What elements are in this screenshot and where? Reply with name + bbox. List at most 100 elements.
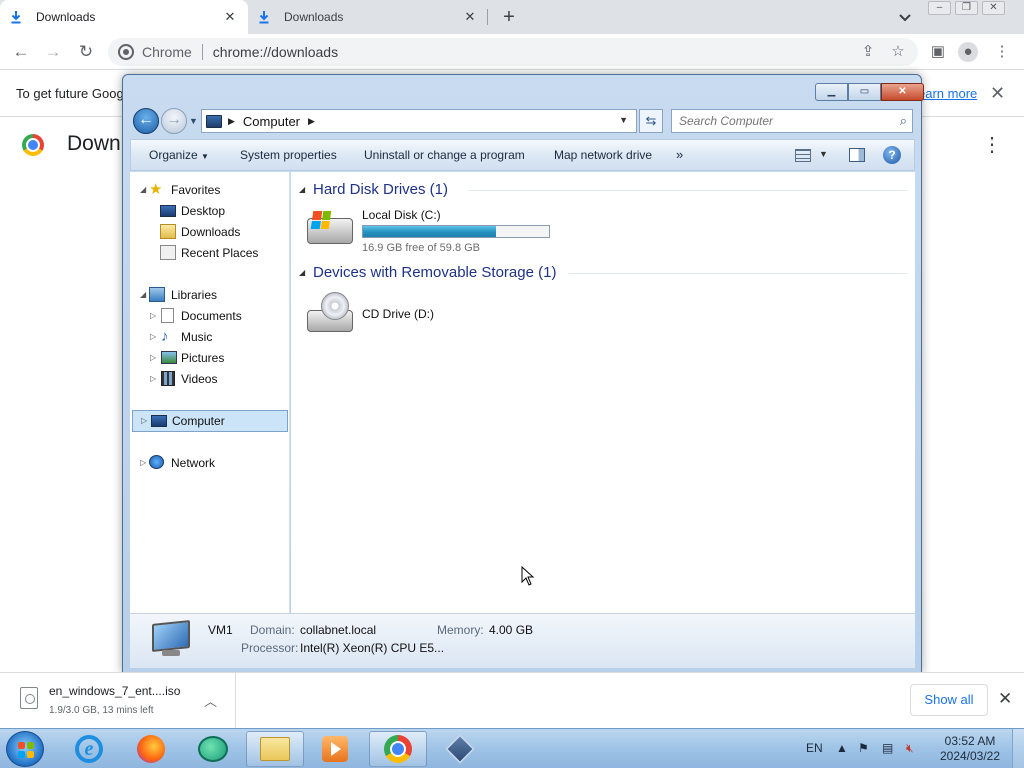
- restore-icon[interactable]: ❐: [955, 1, 978, 15]
- videos-icon: [161, 371, 175, 386]
- nav-documents[interactable]: ▷ Documents: [130, 306, 290, 326]
- omnibox[interactable]: Chrome chrome://downloads: [108, 38, 918, 66]
- nav-videos[interactable]: ▷ Videos: [130, 369, 290, 389]
- breadcrumb-computer[interactable]: Computer: [243, 114, 300, 129]
- download-icon: [11, 11, 21, 24]
- nav-downloads[interactable]: Downloads: [130, 222, 290, 242]
- drive-name: CD Drive (D:): [362, 307, 434, 321]
- back-arrow-icon[interactable]: ←: [10, 41, 32, 63]
- tab-downloads[interactable]: Downloads ✕: [248, 0, 488, 34]
- show-desktop-button[interactable]: [1012, 729, 1024, 768]
- nav-recent-places[interactable]: Recent Places: [130, 243, 290, 263]
- page-menu-icon[interactable]: ⋮: [982, 132, 1002, 157]
- group-hard-disk-drives[interactable]: ◢ Hard Disk Drives (1): [299, 180, 907, 200]
- virtualbox-icon: [445, 734, 475, 764]
- expanded-arrow-icon[interactable]: ◢: [299, 185, 305, 194]
- nav-music[interactable]: ▷ ♪ Music: [130, 327, 290, 347]
- breadcrumb-chevron-icon[interactable]: ▶: [228, 116, 235, 127]
- nav-favorites[interactable]: ◢ ★ Favorites: [130, 180, 290, 200]
- nav-label: Documents: [181, 309, 242, 323]
- site-info-chip[interactable]: Chrome: [118, 44, 192, 60]
- view-dropdown-icon[interactable]: ▼: [819, 149, 828, 159]
- minimize-icon[interactable]: ▁: [815, 83, 848, 101]
- drive-c[interactable]: Local Disk (C:) 16.9 GB free of 59.8 GB: [307, 208, 567, 258]
- volume-muted-icon[interactable]: 🔇︎: [906, 741, 914, 756]
- share-icon[interactable]: ⇪: [858, 42, 878, 62]
- taskbar-internet-explorer[interactable]: e: [60, 731, 118, 767]
- expanded-arrow-icon[interactable]: ◢: [140, 290, 146, 299]
- collapsed-arrow-icon[interactable]: ▷: [150, 311, 156, 320]
- maximize-icon[interactable]: ▭: [848, 83, 881, 101]
- nav-desktop[interactable]: Desktop: [130, 201, 290, 221]
- learn-more-link[interactable]: earn more: [918, 86, 977, 101]
- tab-downloads-active[interactable]: Downloads ✕: [0, 0, 248, 34]
- system-clock[interactable]: 03:52 AM 2024/03/22: [936, 734, 1004, 764]
- show-hidden-icons-icon[interactable]: ▲: [836, 741, 848, 755]
- search-input[interactable]: [672, 110, 882, 132]
- close-icon[interactable]: ✕: [998, 689, 1012, 709]
- close-icon[interactable]: ✕: [881, 83, 924, 101]
- show-all-button[interactable]: Show all: [910, 684, 988, 716]
- collapsed-arrow-icon[interactable]: ▷: [150, 332, 156, 341]
- nav-network[interactable]: ▷ Network: [130, 453, 290, 473]
- organize-button[interactable]: Organize ▼: [149, 148, 209, 162]
- processor-value: Intel(R) Xeon(R) CPU E5...: [300, 641, 445, 655]
- collapsed-arrow-icon[interactable]: ▷: [141, 416, 147, 425]
- new-tab-button[interactable]: +: [498, 6, 520, 28]
- kebab-menu-icon[interactable]: ⋮: [992, 42, 1012, 62]
- address-dropdown-icon[interactable]: ▼: [619, 115, 628, 125]
- language-indicator[interactable]: EN: [806, 741, 823, 755]
- clock-date: 2024/03/22: [939, 749, 1001, 763]
- collapsed-arrow-icon[interactable]: ▷: [150, 353, 156, 362]
- info-bar-close-icon[interactable]: ✕: [990, 83, 1005, 104]
- tab-close-icon[interactable]: ✕: [222, 9, 238, 25]
- taskbar-windows-explorer[interactable]: [246, 731, 304, 767]
- group-divider: [569, 273, 907, 274]
- tab-close-icon[interactable]: ✕: [462, 9, 478, 25]
- taskbar-media-player[interactable]: [306, 731, 364, 767]
- system-properties-button[interactable]: System properties: [240, 148, 337, 162]
- tab-search-chevron-icon[interactable]: [896, 8, 914, 26]
- search-icon[interactable]: ⌕: [900, 113, 907, 129]
- uninstall-program-button[interactable]: Uninstall or change a program: [364, 148, 525, 162]
- drive-d[interactable]: CD Drive (D:): [307, 292, 467, 338]
- help-icon[interactable]: ?: [883, 146, 901, 164]
- action-center-flag-icon[interactable]: ⚑: [858, 741, 869, 755]
- taskbar-firefox[interactable]: [122, 731, 180, 767]
- minimize-icon[interactable]: –: [928, 1, 951, 15]
- nav-pictures[interactable]: ▷ Pictures: [130, 348, 290, 368]
- chevron-up-icon[interactable]: ︿: [204, 691, 217, 710]
- nav-libraries[interactable]: ◢ Libraries: [130, 285, 290, 305]
- bookmark-star-icon[interactable]: ☆: [888, 42, 908, 62]
- address-bar[interactable]: ▶ Computer ▶ ▼: [201, 109, 637, 133]
- taskbar-virtualbox[interactable]: [431, 731, 489, 767]
- more-commands-button[interactable]: »: [676, 147, 683, 162]
- download-item[interactable]: en_windows_7_ent....iso 1.9/3.0 GB, 13 m…: [0, 673, 236, 728]
- group-removable-storage[interactable]: ◢ Devices with Removable Storage (1): [299, 263, 907, 283]
- expanded-arrow-icon[interactable]: ◢: [299, 268, 305, 277]
- preview-pane-icon[interactable]: [849, 148, 865, 162]
- expanded-arrow-icon[interactable]: ◢: [140, 185, 146, 194]
- close-icon[interactable]: ✕: [982, 1, 1005, 15]
- cd-disc-icon: [321, 292, 349, 320]
- collapsed-arrow-icon[interactable]: ▷: [150, 374, 156, 383]
- forward-arrow-icon[interactable]: →: [42, 41, 64, 63]
- reload-icon[interactable]: ↻: [75, 41, 97, 63]
- network-status-icon[interactable]: ▤: [882, 741, 893, 755]
- forward-arrow-icon[interactable]: →: [161, 108, 187, 134]
- mouse-cursor-icon: [521, 566, 535, 586]
- back-arrow-icon[interactable]: ←: [133, 108, 159, 134]
- change-view-icon[interactable]: [795, 149, 811, 162]
- map-network-drive-button[interactable]: Map network drive: [554, 148, 652, 162]
- refresh-icon[interactable]: ⇆: [639, 109, 663, 133]
- collapsed-arrow-icon[interactable]: ▷: [140, 458, 146, 467]
- taskbar-chat-app[interactable]: [184, 731, 242, 767]
- nav-computer[interactable]: ▷ Computer: [132, 410, 288, 432]
- side-panel-icon[interactable]: ▣: [928, 42, 948, 62]
- profile-avatar-icon[interactable]: ●: [958, 42, 978, 62]
- breadcrumb-chevron-icon[interactable]: ▶: [308, 116, 315, 127]
- explorer-nav-row: ← → ▼ ▶ Computer ▶ ▼ ⇆ ⌕: [131, 107, 915, 135]
- taskbar-chrome[interactable]: [369, 731, 427, 767]
- start-button[interactable]: [6, 731, 44, 767]
- history-dropdown-icon[interactable]: ▼: [189, 116, 198, 126]
